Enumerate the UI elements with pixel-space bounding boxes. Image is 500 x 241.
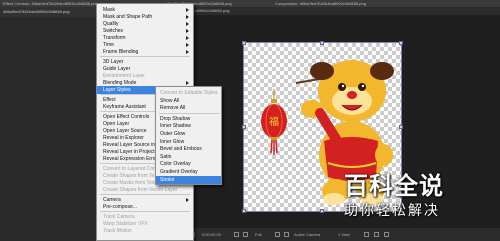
menu-item-label: Pre-compose... <box>103 204 137 210</box>
transform-handle[interactable] <box>242 125 246 129</box>
menu-item-label: Remove All <box>160 105 186 112</box>
menu-item-pre-compose[interactable]: Pre-compose... <box>97 203 193 211</box>
transform-handle[interactable] <box>242 41 246 45</box>
menu-item-label: Keyframe Assistant <box>103 104 146 110</box>
layer-styles-submenu: Convert to Editable Styles Show All Remove… <box>155 86 222 185</box>
menu-separator <box>100 56 190 57</box>
transform-handle[interactable] <box>242 209 246 213</box>
menu-item-label: Layer Styles <box>103 87 131 93</box>
viewer-header: 466a0fed7642b4ed8900c2b8658.png <box>160 7 500 15</box>
timecode-display[interactable]: 0;00;00;00 <box>202 228 221 241</box>
menu-separator <box>100 194 190 195</box>
submenu-item-stroke[interactable]: Stroke <box>156 175 221 184</box>
camera-view-dropdown[interactable]: Active Camera <box>294 228 320 241</box>
resolution-dropdown[interactable]: Full <box>255 228 261 241</box>
camera-icon[interactable] <box>234 232 239 237</box>
region-icon[interactable] <box>275 232 280 237</box>
submenu-item-remove-all[interactable]: Remove All <box>156 104 221 112</box>
watermark-subtitle: 助你轻松解决 <box>344 203 440 219</box>
color-icon[interactable] <box>243 232 248 237</box>
panel-title: 466a0fed7642b4ed8900c2b8658.png <box>3 9 70 14</box>
fast-preview-icon[interactable] <box>364 232 369 237</box>
submenu-arrow-icon <box>186 8 189 12</box>
menu-item-label: Track Motion <box>103 228 132 234</box>
submenu-arrow-icon <box>186 29 189 33</box>
panel-tab-bar: Effect Controls: 466a0fed7642b4ed8900c2b… <box>0 0 500 7</box>
watermark: 百科全说 助你轻松解决 <box>344 166 494 221</box>
tab-composition[interactable]: Composition: 466a0fed7642b4ed8900c2b8658… <box>275 0 366 7</box>
menu-item-frame-blending[interactable]: Frame Blending <box>97 48 193 56</box>
submenu-arrow-icon <box>186 15 189 19</box>
submenu-arrow-icon <box>186 36 189 40</box>
menu-item-label: Reveal Expression Errors <box>103 156 160 162</box>
tab-label: Composition: 466a0fed7642b4ed8900c2b8658… <box>275 1 366 6</box>
submenu-arrow-icon <box>186 198 189 202</box>
menu-item-track-motion: Track Motion <box>97 227 193 235</box>
submenu-arrow-icon <box>186 22 189 26</box>
flowchart-icon[interactable] <box>374 232 379 237</box>
menu-item-label: Create Shapes from Vector Layer <box>103 187 178 193</box>
tab-label: Effect Controls: 466a0fed7642b4ed8900c2b… <box>3 1 98 6</box>
transform-handle[interactable] <box>399 41 403 45</box>
lantern-character: 福 <box>269 115 279 128</box>
menu-item-label: Frame Blending <box>103 49 139 55</box>
after-effects-window: Effect Controls: 466a0fed7642b4ed8900c2b… <box>0 0 500 241</box>
menu-separator <box>100 211 190 212</box>
submenu-arrow-icon <box>186 50 189 54</box>
transform-handle[interactable] <box>320 41 324 45</box>
menu-item-label: Stroke <box>160 176 175 183</box>
submenu-arrow-icon <box>186 81 189 85</box>
view-layout-dropdown[interactable]: 1 View <box>338 228 350 241</box>
menu-separator <box>159 112 220 114</box>
reset-exposure-icon[interactable] <box>384 232 389 237</box>
menu-item-create-shapes-from-vector-layer: Create Shapes from Vector Layer <box>97 186 193 194</box>
transparency-grid-icon[interactable] <box>284 232 289 237</box>
viewer-status-bar: 57.7% 0;00;00;00 Full Active Camera 1 Vi… <box>150 228 500 241</box>
tab-effect-controls[interactable]: Effect Controls: 466a0fed7642b4ed8900c2b… <box>3 0 102 7</box>
transform-handle[interactable] <box>399 125 403 129</box>
submenu-arrow-icon <box>186 43 189 47</box>
watermark-title: 百科全说 <box>344 172 444 200</box>
transform-handle[interactable] <box>320 209 324 213</box>
